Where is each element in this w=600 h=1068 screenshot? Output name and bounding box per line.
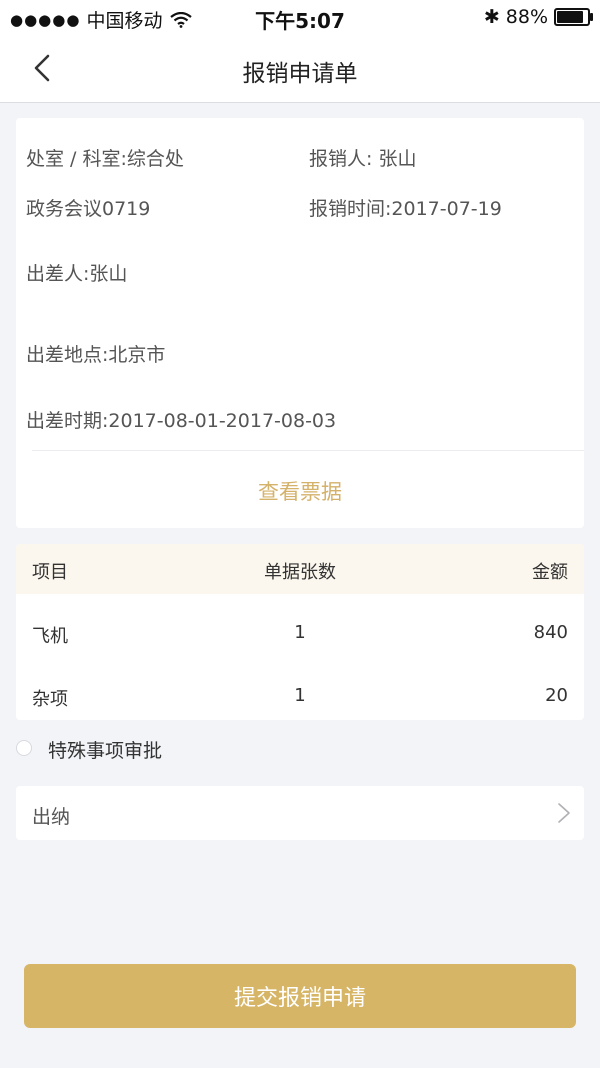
submit-reimbursement-button[interactable]: 提交报销申请 [24,964,576,1028]
divider [32,450,584,451]
header-count: 单据张数 [264,562,336,583]
table-header: 项目 单据张数 金额 [16,544,584,594]
special-approval-radio[interactable] [16,740,32,756]
header-amount: 金额 [532,562,568,583]
row-amount: 20 [545,685,568,706]
department-text: 处室 / 科室:综合处 [26,148,184,170]
battery-percent: 88% [505,6,548,28]
battery-fill [557,11,584,23]
status-right: ✱ 88% [483,6,593,28]
view-receipts-link[interactable]: 查看票据 [16,476,584,506]
travel-period-text: 出差时期:2017-08-01-2017-08-03 [26,410,337,432]
reimbursement-info-card: 处室 / 科室:综合处 报销人: 张山 政务会议0719 报销时间:2017-0… [16,118,584,528]
battery-icon [554,8,593,26]
expense-table: 项目 单据张数 金额 飞机 1 840 杂项 1 20 [16,544,584,720]
location-text: 出差地点:北京市 [26,344,166,366]
cashier-label: 出纳 [32,806,71,828]
row-count: 1 [294,622,306,643]
traveler-text: 出差人:张山 [26,263,128,285]
applicant-text: 报销人: 张山 [309,148,417,170]
chevron-right-icon [558,803,570,823]
special-approval-label[interactable]: 特殊事项审批 [48,736,162,763]
status-bar: ●●●●● 中国移动 下午5:07 ✱ 88% [0,0,600,36]
cashier-row[interactable]: 出纳 [16,786,584,840]
page-title: 报销申请单 [242,61,358,87]
nav-bar: 报销申请单 [0,36,600,103]
bluetooth-icon: ✱ [483,6,500,28]
row-amount: 840 [533,622,568,643]
meeting-text: 政务会议0719 [26,198,151,220]
reimbursement-date-text: 报销时间:2017-07-19 [309,198,502,220]
row-count: 1 [294,685,306,706]
